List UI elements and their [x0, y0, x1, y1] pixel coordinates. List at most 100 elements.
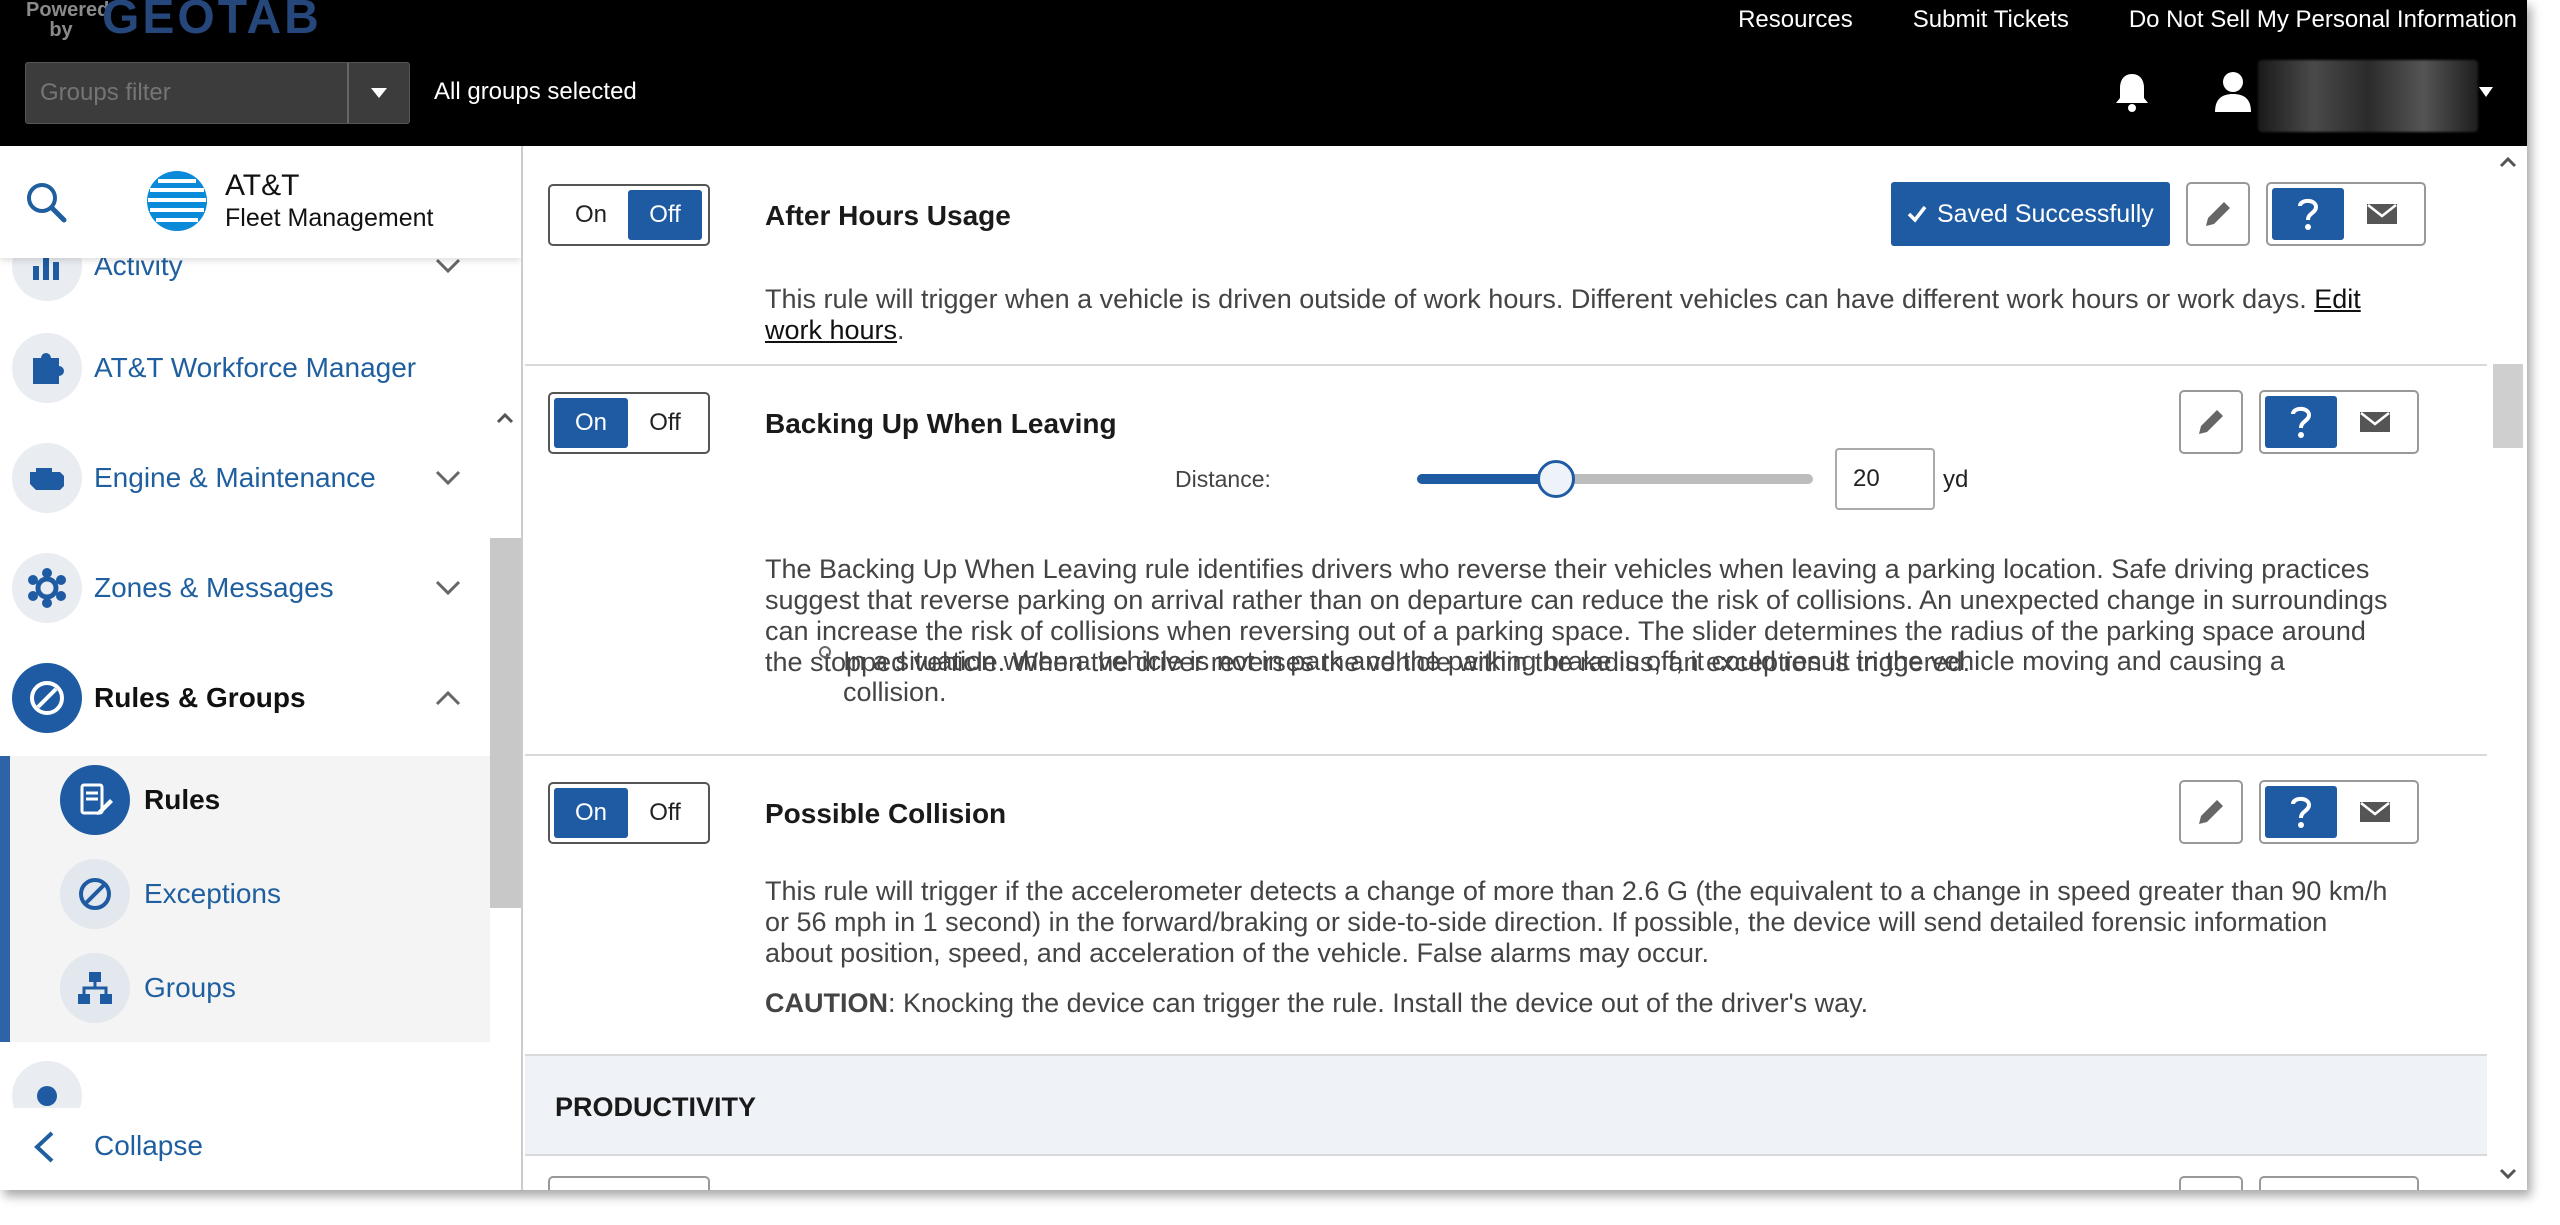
section-header-productivity: PRODUCTIVITY	[525, 1056, 2487, 1156]
distance-slider[interactable]	[1417, 460, 1813, 498]
rule-bullet: In a situation when a vehicle is not in …	[843, 646, 2285, 707]
chevron-left-icon	[34, 1131, 54, 1163]
saved-successfully-badge: Saved Successfully	[1891, 182, 2170, 246]
pencil-icon	[2199, 410, 2223, 434]
sidebar-item-rules-groups[interactable]: Rules & Groups	[0, 648, 490, 748]
edit-button[interactable]	[2179, 390, 2243, 454]
sidebar-item-workforce-manager[interactable]: AT&T Workforce Manager	[0, 318, 490, 418]
rule-title: Backing Up When Leaving	[765, 408, 1117, 439]
caret-down-icon	[371, 88, 387, 98]
checkmark-icon	[1907, 205, 1927, 223]
scroll-up-icon[interactable]	[2499, 156, 2517, 168]
next-rule-actions-partial[interactable]	[2259, 1176, 2419, 1190]
scroll-down-icon[interactable]	[2499, 1168, 2517, 1180]
rule-toggle: On Off	[548, 184, 710, 246]
rule-actions	[2179, 390, 2419, 454]
geotab-logo: GEOTAB	[102, 0, 322, 44]
sidebar-item-label: Engine & Maintenance	[94, 462, 376, 493]
groups-filter	[25, 62, 410, 124]
sidebar-item-label: AT&T Workforce Manager	[94, 352, 417, 383]
email-button[interactable]	[2337, 396, 2413, 448]
puzzle-icon	[12, 333, 82, 403]
rules-list: On Off After Hours Usage Saved Successfu…	[525, 146, 2487, 1190]
toggle-off-button[interactable]: Off	[628, 398, 702, 448]
collapse-label: Collapse	[94, 1130, 203, 1161]
email-button[interactable]	[2344, 188, 2420, 240]
edit-button[interactable]	[2185, 182, 2250, 246]
rule-row-possible-collision: On Off Possible Collision This rule will…	[525, 756, 2487, 1056]
bell-icon[interactable]	[2112, 70, 2152, 114]
submit-tickets-link[interactable]: Submit Tickets	[1913, 6, 2069, 34]
pencil-icon	[2205, 202, 2230, 226]
scroll-up-icon[interactable]	[496, 412, 514, 424]
question-icon	[2291, 406, 2312, 438]
sidebar-subitem-label: Groups	[144, 972, 236, 1003]
main-scrollbar[interactable]	[2489, 146, 2527, 1190]
envelope-icon	[2360, 412, 2390, 432]
sidebar-scrollbar-thumb[interactable]	[490, 538, 521, 908]
edit-button[interactable]	[2179, 780, 2243, 844]
rules-doc-icon	[60, 765, 130, 835]
sidebar-subitem-label: Exceptions	[144, 878, 281, 909]
rule-row-after-hours: On Off After Hours Usage Saved Successfu…	[525, 156, 2487, 366]
help-email-group	[2259, 390, 2419, 454]
sidebar-subitem-rules[interactable]: Rules	[50, 760, 490, 840]
rule-title: After Hours Usage	[765, 200, 1011, 231]
powered-by-text: Powered by	[26, 0, 110, 41]
sidebar-header: AT&T Fleet Management	[0, 146, 521, 258]
sidebar-subitem-label: Rules	[144, 784, 221, 815]
help-button[interactable]	[2265, 786, 2337, 838]
rule-actions: Saved Successfully	[1891, 182, 2426, 246]
brand-logo: Powered by GEOTAB	[26, 0, 322, 44]
distance-input[interactable]	[1835, 448, 1935, 510]
user-icon[interactable]	[2213, 70, 2253, 114]
search-icon[interactable]	[24, 180, 68, 224]
groups-filter-input[interactable]	[26, 63, 348, 123]
next-rule-toggle-partial[interactable]	[548, 1176, 710, 1190]
sidebar-subitem-groups[interactable]: Groups	[50, 948, 490, 1028]
groups-filter-dropdown-button[interactable]	[347, 63, 409, 123]
rules-groups-submenu: Rules Exceptions Groups	[0, 756, 490, 1042]
help-button[interactable]	[2265, 396, 2337, 448]
rule-description: This rule will trigger if the accelerome…	[765, 876, 2388, 968]
toggle-on-button[interactable]: On	[554, 398, 628, 448]
rule-row-backing-up: On Off Backing Up When Leaving Distance:	[525, 366, 2487, 756]
envelope-icon	[2360, 802, 2390, 822]
sidebar-subitem-exceptions[interactable]: Exceptions	[50, 854, 490, 934]
toggle-off-button[interactable]: Off	[628, 190, 702, 240]
toggle-on-button[interactable]: On	[554, 788, 628, 838]
chevron-down-icon	[435, 580, 461, 596]
sidebar-item-label: Zones & Messages	[94, 572, 334, 603]
help-button[interactable]	[2271, 188, 2344, 240]
groups-icon	[60, 953, 130, 1023]
next-rule-edit-partial[interactable]	[2179, 1176, 2243, 1190]
email-button[interactable]	[2337, 786, 2413, 838]
user-menu-caret-icon[interactable]	[2478, 86, 2494, 98]
main-scrollbar-thumb[interactable]	[2493, 364, 2523, 448]
rule-description: This rule will trigger when a vehicle is…	[765, 284, 2395, 346]
help-email-group	[2265, 182, 2426, 246]
question-icon	[2297, 198, 2318, 230]
top-bar: Powered by GEOTAB Resources Submit Ticke…	[0, 0, 2527, 146]
distance-slider-fill	[1417, 474, 1556, 484]
rule-actions	[2179, 780, 2419, 844]
exceptions-icon	[60, 859, 130, 929]
help-email-group	[2259, 780, 2419, 844]
groups-selected-text: All groups selected	[434, 78, 637, 105]
collapse-button[interactable]: Collapse	[0, 1108, 521, 1190]
toggle-off-button[interactable]: Off	[628, 788, 702, 838]
do-not-sell-link[interactable]: Do Not Sell My Personal Information	[2129, 6, 2517, 34]
chevron-up-icon	[435, 690, 461, 706]
sidebar-item-engine-maintenance[interactable]: Engine & Maintenance	[0, 428, 490, 528]
sidebar-item-label: Rules & Groups	[94, 682, 306, 713]
user-name-redacted[interactable]	[2258, 60, 2478, 132]
distance-slider-handle[interactable]	[1536, 460, 1575, 498]
sidebar-item-zones-messages[interactable]: Zones & Messages	[0, 538, 490, 638]
att-logo-name: AT&T	[225, 169, 300, 202]
rule-title: Possible Collision	[765, 798, 1007, 829]
app-window: Powered by GEOTAB Resources Submit Ticke…	[0, 0, 2527, 1190]
question-icon	[2291, 796, 2312, 828]
toggle-on-button[interactable]: On	[554, 190, 628, 240]
saved-label: Saved Successfully	[1937, 199, 2154, 228]
resources-link[interactable]: Resources	[1738, 6, 1853, 34]
